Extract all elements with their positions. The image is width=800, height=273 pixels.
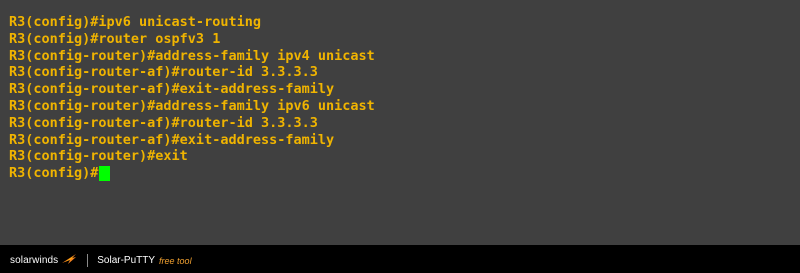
terminal-line: R3(config-router)#address-family ipv4 un… (9, 47, 375, 64)
free-tool-tag: free tool (159, 255, 192, 266)
terminal-line: R3(config-router-af)#exit-address-family (9, 81, 335, 98)
terminal-line: R3(config)#ipv6 unicast-routing (9, 14, 261, 30)
terminal-line: R3(config-router-af)#exit-address-family (9, 131, 335, 148)
terminal-line: R3(config-router)#address-family ipv6 un… (9, 97, 375, 114)
terminal-cursor (99, 166, 111, 182)
terminal-line: R3(config-router-af)#router-id 3.3.3.3 (9, 114, 318, 131)
terminal-line: R3(config)#router ospfv3 1 (9, 30, 221, 47)
brand-name: solarwinds (10, 255, 59, 266)
terminal-prompt: R3(config)# (9, 165, 99, 182)
solarwinds-logo: solarwinds (10, 253, 77, 266)
footer-divider (87, 254, 89, 267)
footer-bar: solarwinds Solar-PuTTY free tool (0, 248, 800, 273)
terminal-prompt-line[interactable]: R3(config)# (9, 165, 800, 182)
terminal-line: R3(config-router)#exit (9, 148, 188, 165)
terminal-line: R3(config-router-af)#router-id 3.3.3.3 (9, 64, 318, 81)
solar-putty-window: R3(config)#ipv6 unicast-routing R3(confi… (0, 0, 800, 273)
product-name: Solar-PuTTY (97, 255, 156, 266)
terminal-output[interactable]: R3(config)#ipv6 unicast-routing R3(confi… (0, 0, 800, 245)
solarwinds-flame-icon (62, 253, 77, 264)
